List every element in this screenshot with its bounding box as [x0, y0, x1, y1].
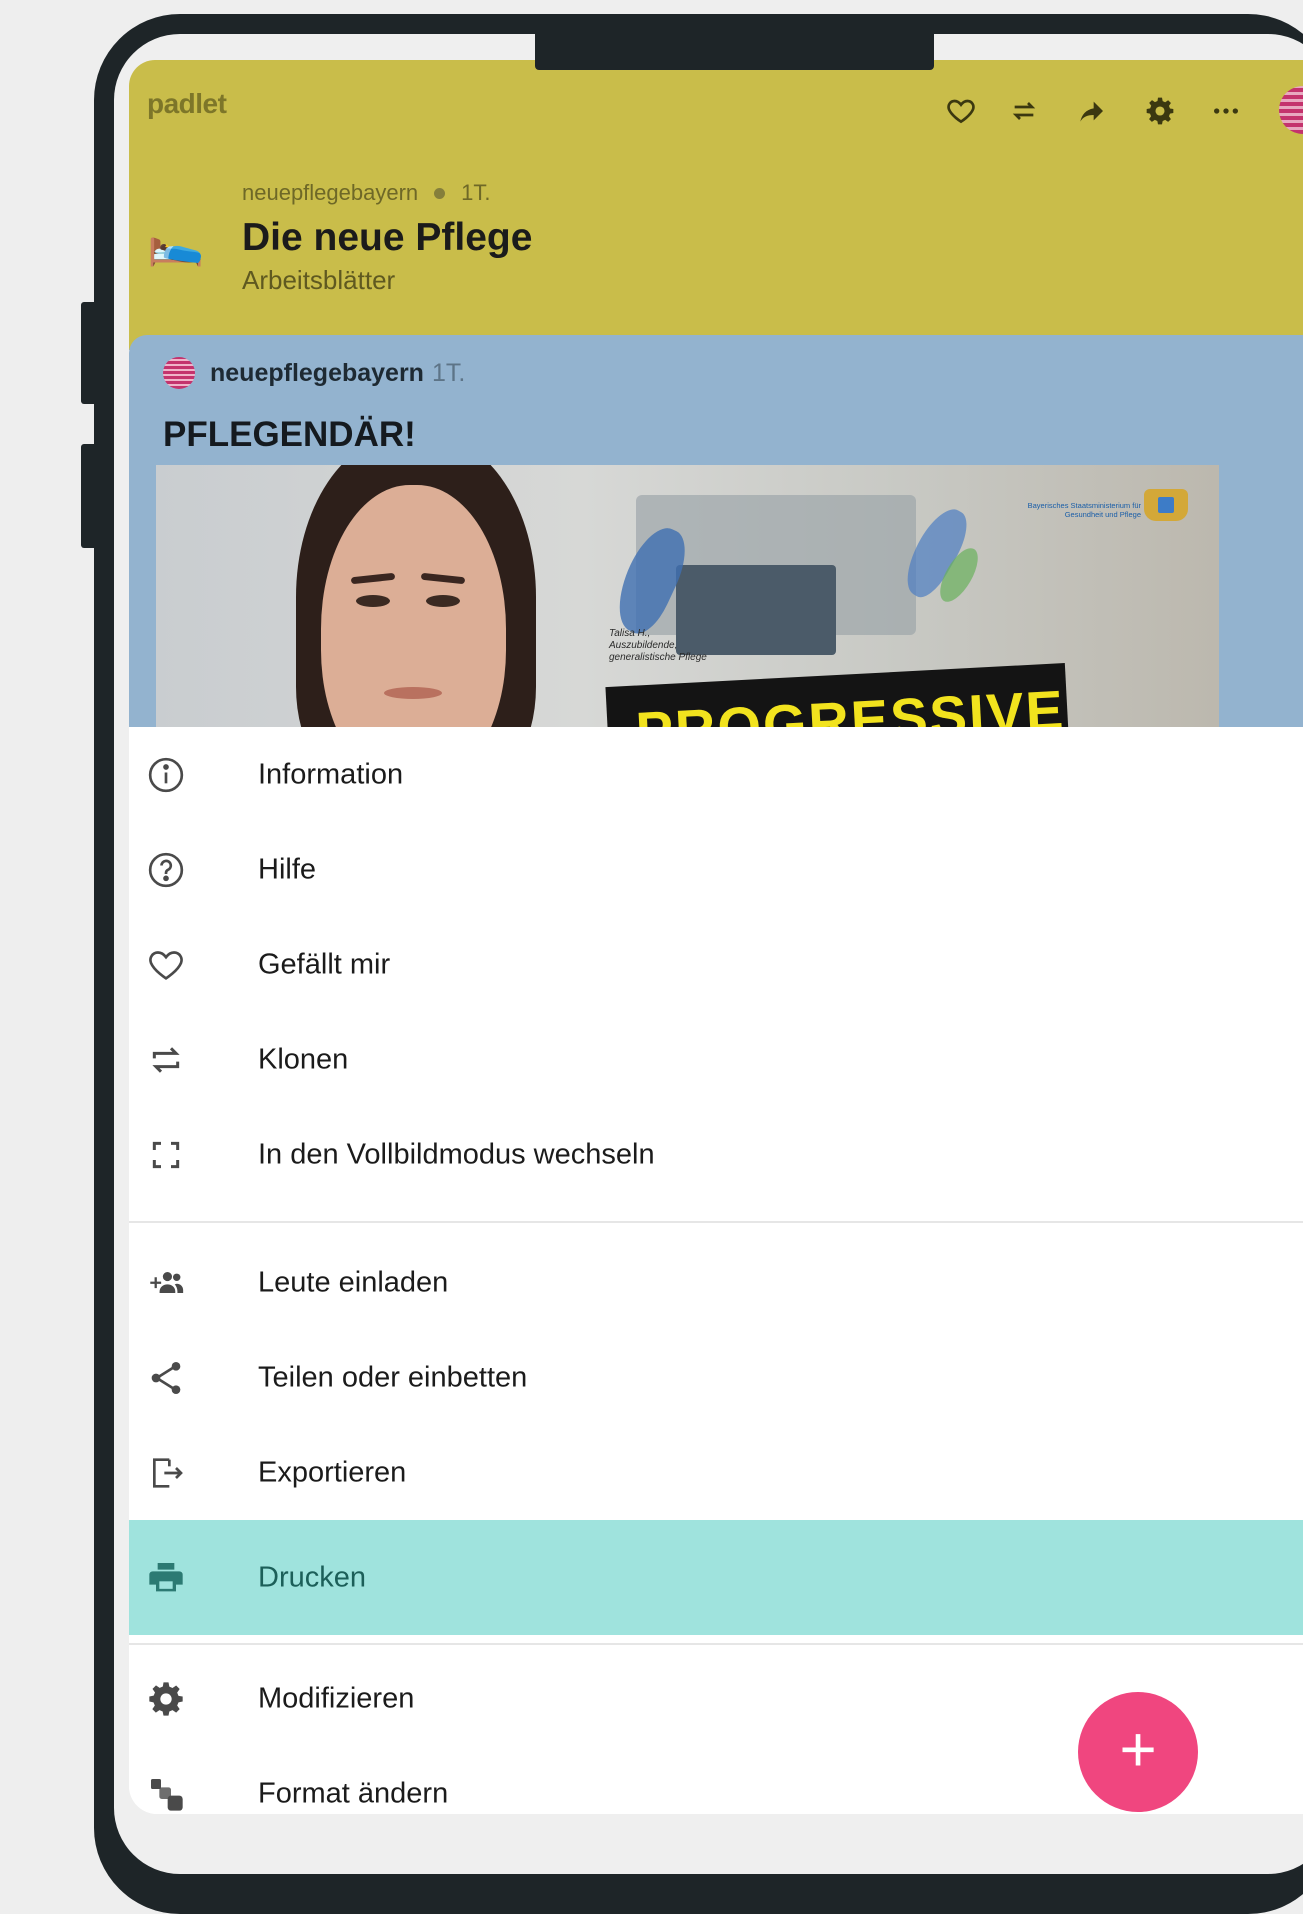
menu-item-label: Modifizieren [258, 1682, 415, 1714]
post-author: neuepflegebayern 1T. [210, 359, 465, 388]
menu-item-clone[interactable]: Klonen [129, 1012, 1303, 1107]
menu-item-fullscreen[interactable]: In den Vollbildmodus wechseln [129, 1107, 1303, 1202]
post-image[interactable]: Talisa H., Auszubildende, generalistisch… [156, 465, 1219, 755]
more-icon[interactable] [1205, 90, 1247, 132]
menu-item-label: Information [258, 758, 404, 790]
ministry-label: Bayerisches Staatsministerium für Gesund… [1027, 501, 1141, 519]
image-person-lips [384, 687, 442, 699]
menu-item-help[interactable]: Hilfe [129, 822, 1303, 917]
menu-item-label: Exportieren [258, 1456, 407, 1488]
gear-icon[interactable] [1139, 90, 1181, 132]
remake-icon[interactable] [1003, 90, 1045, 132]
bavaria-crest-icon [1144, 489, 1188, 521]
print-icon [145, 1557, 187, 1599]
menu-item-share-embed[interactable]: Teilen oder einbetten [129, 1330, 1303, 1425]
image-person-face [321, 485, 506, 755]
menu-divider [129, 1221, 1303, 1223]
menu-divider [129, 1643, 1303, 1645]
board-header: padlet 🛌 neuepflegebayern 1T. Die neue P… [129, 60, 1303, 350]
image-person-eye [426, 595, 460, 607]
heart-icon [145, 944, 187, 986]
board-author[interactable]: neuepflegebayern [242, 180, 418, 206]
post-title: PFLEGENDÄR! [163, 415, 416, 454]
fullscreen-icon [145, 1134, 187, 1176]
menu-item-label: In den Vollbildmodus wechseln [258, 1138, 655, 1170]
post-card[interactable]: neuepflegebayern 1T. PFLEGENDÄR! Talisa H… [129, 335, 1303, 755]
menu-item-label: Format ändern [258, 1777, 449, 1809]
export-icon [145, 1452, 187, 1494]
post-author-name: neuepflegebayern [210, 359, 424, 387]
volume-down-button [81, 444, 99, 548]
volume-up-button [81, 302, 99, 404]
menu-item-label: Leute einladen [258, 1266, 449, 1298]
menu-item-label: Hilfe [258, 853, 317, 885]
info-icon [145, 754, 187, 796]
board-subtitle: Arbeitsblätter [242, 265, 396, 295]
board-age: 1T. [461, 180, 491, 205]
menu-item-like[interactable]: Gefällt mir [129, 917, 1303, 1012]
help-icon [145, 849, 187, 891]
menu-item-label: Teilen oder einbetten [258, 1361, 528, 1393]
image-person-eye [356, 595, 390, 607]
menu-item-label: Klonen [258, 1043, 349, 1075]
menu-item-information[interactable]: Information [129, 727, 1303, 822]
board-actions-menu: Information Hilfe Gefällt mir Klonen In [129, 727, 1303, 1814]
add-post-button[interactable]: + [1078, 1692, 1198, 1812]
share-icon[interactable] [1070, 90, 1112, 132]
add-people-icon [145, 1262, 187, 1304]
gear-icon [145, 1678, 187, 1720]
menu-item-label: Gefällt mir [258, 948, 391, 980]
post-age: 1T. [431, 359, 466, 387]
image-caption: Talisa H., Auszubildende, generalistisch… [609, 628, 707, 663]
format-icon [145, 1773, 187, 1815]
camera-notch [535, 30, 934, 70]
board-emoji-icon: 🛌 [147, 215, 205, 267]
separator-dot [434, 187, 446, 199]
menu-item-invite-people[interactable]: Leute einladen [129, 1235, 1303, 1330]
post-author-avatar [163, 357, 195, 389]
share-icon [145, 1357, 187, 1399]
app-screen: padlet 🛌 neuepflegebayern 1T. Die neue P… [129, 60, 1303, 1814]
board-title: Die neue Pflege [242, 216, 533, 259]
board-meta: neuepflegebayern 1T. [242, 180, 491, 206]
heart-icon[interactable] [940, 90, 982, 132]
remake-icon [145, 1039, 187, 1081]
menu-item-print[interactable]: Drucken [129, 1520, 1303, 1635]
menu-item-label: Drucken [258, 1561, 366, 1593]
header-toolbar [129, 90, 1303, 140]
menu-item-export[interactable]: Exportieren [129, 1425, 1303, 1520]
